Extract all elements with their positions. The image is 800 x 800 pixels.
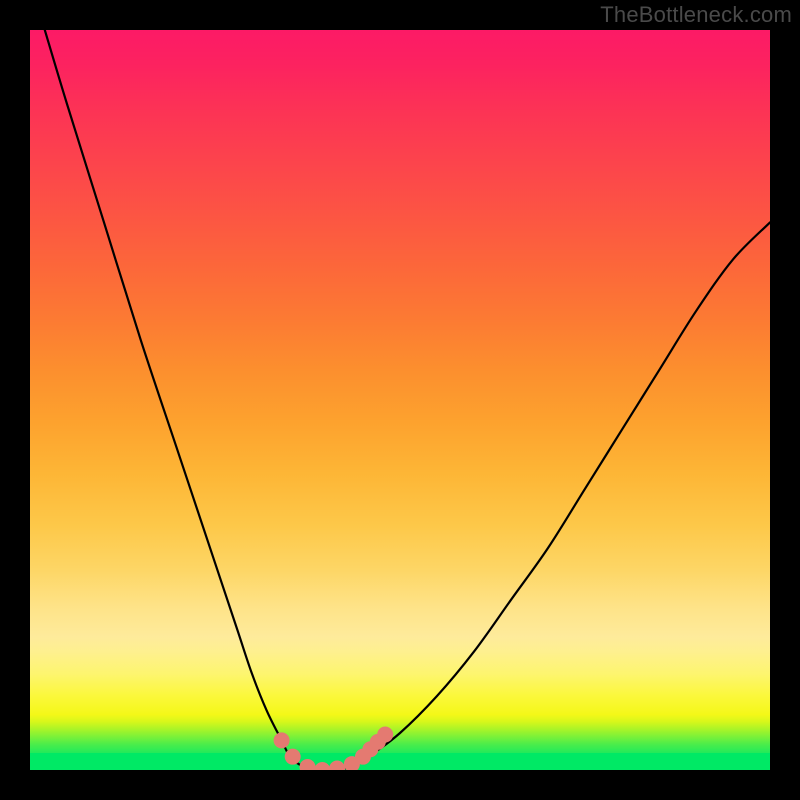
bottleneck-curve [45, 30, 770, 770]
curve-layer [30, 30, 770, 770]
curve-marker [377, 726, 393, 742]
watermark-text: TheBottleneck.com [600, 2, 792, 28]
curve-marker [285, 749, 301, 765]
chart-frame: TheBottleneck.com [0, 0, 800, 800]
curve-markers [274, 726, 394, 770]
curve-marker [300, 759, 316, 770]
curve-marker [329, 761, 345, 770]
curve-marker [314, 762, 330, 770]
plot-area [30, 30, 770, 770]
curve-marker [274, 732, 290, 748]
